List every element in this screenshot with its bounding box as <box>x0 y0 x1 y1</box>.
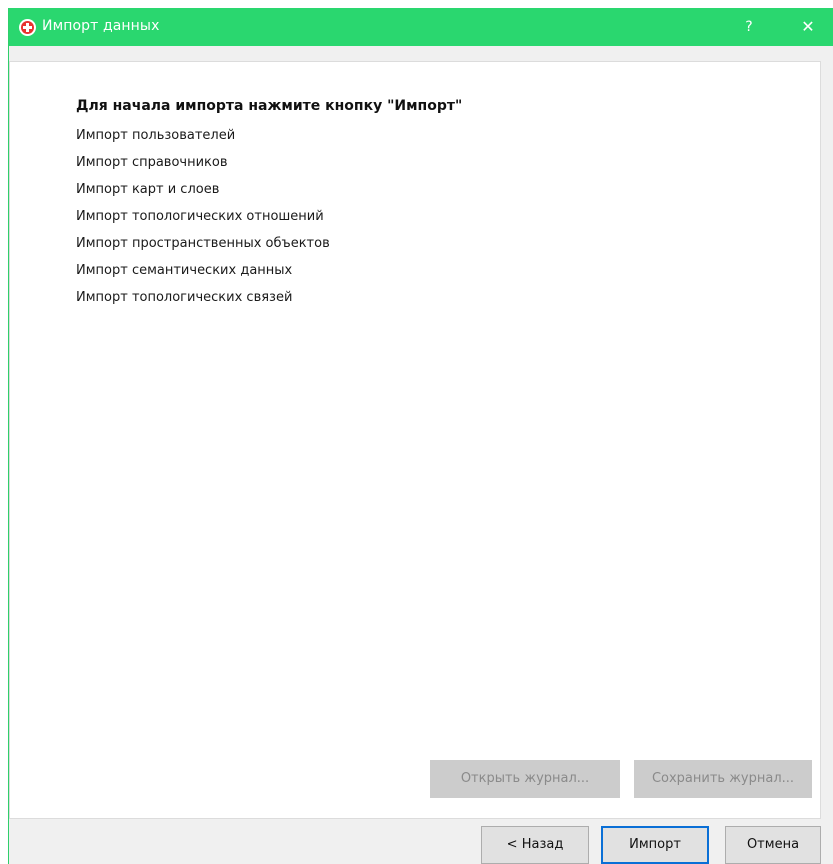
cancel-button[interactable]: Отмена <box>725 826 821 864</box>
list-item: Импорт пространственных объектов <box>76 236 330 251</box>
list-item: Импорт справочников <box>76 155 228 170</box>
list-item: Импорт топологических отношений <box>76 209 324 224</box>
close-button[interactable]: ✕ <box>796 15 820 39</box>
list-item: Импорт карт и слоев <box>76 182 220 197</box>
list-item: Импорт пользователей <box>76 128 236 143</box>
import-dialog: Импорт данных ? ✕ Для начала импорта наж… <box>8 8 833 864</box>
import-button[interactable]: Импорт <box>601 826 709 864</box>
window-title: Импорт данных <box>42 18 160 34</box>
import-steps-list: Импорт пользователей Импорт справочников… <box>76 126 330 315</box>
wizard-page: Для начала импорта нажмите кнопку "Импор… <box>9 61 821 819</box>
open-log-button[interactable]: Открыть журнал... <box>430 760 620 798</box>
help-button[interactable]: ? <box>737 15 761 39</box>
back-button[interactable]: < Назад <box>481 826 589 864</box>
app-logo-icon <box>19 19 36 36</box>
save-log-button[interactable]: Сохранить журнал... <box>634 760 812 798</box>
title-bar: Импорт данных ? ✕ <box>9 8 833 46</box>
page-heading: Для начала импорта нажмите кнопку "Импор… <box>76 98 463 114</box>
list-item: Импорт топологических связей <box>76 290 293 305</box>
list-item: Импорт семантических данных <box>76 263 293 278</box>
